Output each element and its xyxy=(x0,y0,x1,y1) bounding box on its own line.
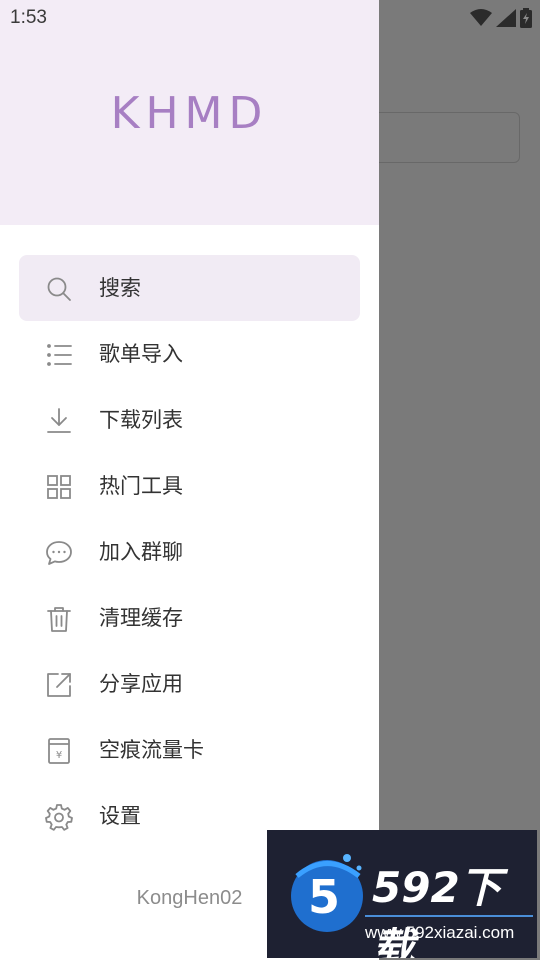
watermark-number: 5 xyxy=(308,870,340,924)
chat-bubble-icon xyxy=(45,539,73,567)
navigation-drawer: KHMD 搜索 歌单导入 下载列表 热门工具 加入群聊 清理缓存 分享应用 ¥ … xyxy=(0,0,379,960)
menu-label: 设置 xyxy=(99,804,141,828)
wifi-icon xyxy=(470,9,492,27)
cellular-signal-icon xyxy=(496,9,516,27)
share-icon xyxy=(45,671,73,699)
menu-item-share-app[interactable]: 分享应用 xyxy=(19,651,360,717)
status-bar: 1:53 xyxy=(0,0,540,36)
watermark-logo: 5 xyxy=(291,854,363,932)
download-icon xyxy=(45,407,73,435)
svg-text:¥: ¥ xyxy=(56,750,62,761)
menu-label: 分享应用 xyxy=(99,672,183,696)
menu-label: 空痕流量卡 xyxy=(99,738,204,762)
menu-label: 热门工具 xyxy=(99,474,183,498)
menu-item-search[interactable]: 搜索 xyxy=(19,255,360,321)
menu-label: 下载列表 xyxy=(99,408,183,432)
menu-item-data-card[interactable]: ¥ 空痕流量卡 xyxy=(19,717,360,783)
watermark-url: www.592xiazai.com xyxy=(365,923,515,942)
menu-item-download-list[interactable]: 下载列表 xyxy=(19,387,360,453)
menu-label: 搜索 xyxy=(99,276,141,300)
status-icons xyxy=(470,6,532,30)
app-title: KHMD xyxy=(110,88,269,139)
menu-item-join-group[interactable]: 加入群聊 xyxy=(19,519,360,585)
menu-label: 加入群聊 xyxy=(99,540,183,564)
status-time: 1:53 xyxy=(10,7,47,28)
watermark-overlay: 5 592下载 www.592xiazai.com xyxy=(267,830,537,958)
search-icon xyxy=(45,275,73,303)
menu-label: 歌单导入 xyxy=(99,342,183,366)
trash-icon xyxy=(45,605,73,633)
menu-label: 清理缓存 xyxy=(99,606,183,630)
sim-card-icon: ¥ xyxy=(45,737,73,765)
watermark-divider xyxy=(365,915,533,917)
menu-item-clear-cache[interactable]: 清理缓存 xyxy=(19,585,360,651)
menu-item-playlist-import[interactable]: 歌单导入 xyxy=(19,321,360,387)
battery-icon xyxy=(520,8,532,28)
menu-item-hot-tools[interactable]: 热门工具 xyxy=(19,453,360,519)
gear-icon xyxy=(45,803,73,831)
grid-icon xyxy=(45,473,73,501)
list-icon xyxy=(45,341,73,369)
drawer-menu: 搜索 歌单导入 下载列表 热门工具 加入群聊 清理缓存 分享应用 ¥ 空痕流量卡… xyxy=(19,255,360,849)
